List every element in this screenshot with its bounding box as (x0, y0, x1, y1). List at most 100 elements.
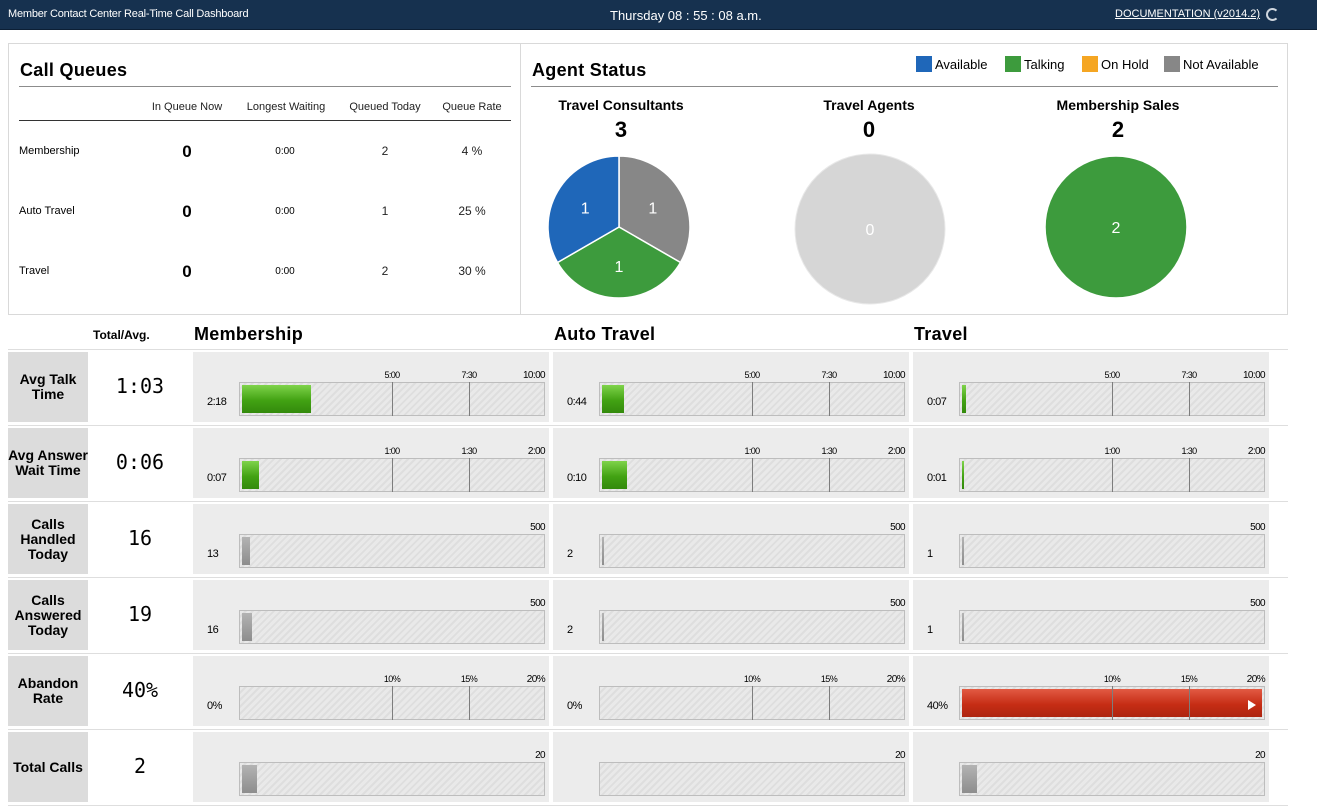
bar-fill (602, 613, 604, 641)
metric-cell-auto-travel: 0% 10% 15% 20% (553, 656, 909, 726)
not-available-swatch-icon (1164, 56, 1180, 72)
tick-label: 7:30 (1181, 370, 1197, 380)
tick-label-max: 20% (886, 674, 906, 685)
queue-name: Membership (19, 145, 80, 157)
row-divider (8, 349, 1288, 350)
metric-cell-membership: 16 500 (193, 580, 549, 650)
metric-cell-travel: 1 500 (913, 504, 1269, 574)
call-queues-title: Call Queues (20, 60, 128, 80)
legend-available: Available (916, 56, 988, 72)
tick-label: 1:00 (384, 446, 400, 456)
row-divider (8, 729, 1288, 730)
tick-mark (829, 382, 830, 416)
group-count: 3 (614, 117, 628, 142)
group-count: 0 (862, 117, 876, 142)
metric-value: 0:10 (567, 472, 587, 484)
tick-label: 1:00 (744, 446, 760, 456)
queue-rate: 4 % (461, 144, 483, 158)
tick-mark (752, 458, 753, 492)
call-queues-panel: Call Queues In Queue Now Longest Waiting… (8, 43, 521, 315)
metric-value: 2:18 (207, 396, 227, 408)
tick-label: 15% (820, 674, 838, 684)
metric-value: 2 (567, 548, 573, 560)
auto-travel-header: Auto Travel (554, 324, 656, 344)
talking-swatch-icon (1005, 56, 1021, 72)
bar-fill (242, 537, 250, 565)
pie-chart-travel-consultants: 1 1 1 (547, 155, 691, 299)
queued-today: 2 (381, 144, 389, 158)
longest-waiting: 0:00 (275, 146, 295, 157)
tick-mark (1189, 686, 1190, 720)
tick-label: 7:30 (821, 370, 837, 380)
metric-value: 0:07 (207, 472, 227, 484)
total-avg-header: Total/Avg. (93, 328, 150, 342)
bar-fill (242, 765, 257, 793)
tick-mark (469, 382, 470, 416)
queued-today: 1 (381, 204, 389, 218)
tick-label: 1:30 (1181, 446, 1197, 456)
tick-label-max: 20% (526, 674, 546, 685)
metric-cell-travel: 0:07 5:00 7:30 10:00 (913, 352, 1269, 422)
col-header-longest-waiting: Longest Waiting (246, 101, 326, 113)
tick-mark (392, 686, 393, 720)
group-title: Membership Sales (1056, 97, 1180, 113)
tick-label: 10% (383, 674, 401, 684)
tick-mark (1112, 382, 1113, 416)
top-bar: Member Contact Center Real-Time Call Das… (0, 0, 1317, 30)
metric-value: 1 (927, 624, 933, 636)
metric-value: 0% (567, 700, 582, 712)
pie-slice-label: 1 (615, 259, 624, 276)
travel-header: Travel (914, 324, 968, 344)
queue-rate: 30 % (458, 264, 486, 278)
row-divider (8, 425, 1288, 426)
tick-label-max: 2:00 (1247, 446, 1266, 457)
pie-slice-label: 1 (581, 200, 590, 217)
metric-cell-membership: 0% 10% 15% 20% (193, 656, 549, 726)
tick-label: 15% (1180, 674, 1198, 684)
queued-today: 2 (381, 264, 389, 278)
tick-label-max: 500 (530, 598, 545, 609)
metric-value: 16 (207, 624, 219, 636)
col-header-queued-today: Queued Today (349, 101, 421, 113)
documentation-link[interactable]: DOCUMENTATION (v2014.2) (1115, 8, 1260, 20)
loading-spinner-icon (1266, 8, 1279, 21)
tick-mark (1189, 382, 1190, 416)
tick-mark (392, 458, 393, 492)
longest-waiting: 0:00 (275, 266, 295, 277)
group-count: 2 (1111, 117, 1125, 142)
bar-track (959, 762, 1265, 796)
legend-label: Not Available (1183, 56, 1259, 72)
tick-label: 5:00 (1104, 370, 1120, 380)
tick-label: 10% (1103, 674, 1121, 684)
metric-label: Avg Talk Time (8, 352, 88, 422)
tick-mark (1112, 458, 1113, 492)
tick-label: 10% (743, 674, 761, 684)
legend-talking: Talking (1005, 56, 1064, 72)
queue-rate: 25 % (458, 204, 486, 218)
metric-cell-auto-travel: 2 500 (553, 580, 909, 650)
bar-track (959, 534, 1265, 568)
bar-fill (962, 385, 966, 413)
metric-cell-travel: 20 (913, 732, 1269, 802)
tick-label: 7:30 (461, 370, 477, 380)
pie-slice-label: 2 (1112, 220, 1121, 237)
metric-cell-auto-travel: 20 (553, 732, 909, 802)
bar-fill (242, 613, 252, 641)
header-divider (19, 120, 511, 121)
pie-chart-travel-agents: 0 (794, 153, 946, 305)
agent-status-panel: Agent Status Available Talking On Hold N… (520, 43, 1288, 315)
metric-total: 2 (133, 754, 147, 778)
tick-label-max: 500 (1250, 598, 1265, 609)
tick-label-max: 10:00 (522, 370, 546, 381)
metric-cell-travel: 1 500 (913, 580, 1269, 650)
divider (531, 86, 1278, 87)
bar-fill (242, 461, 259, 489)
tick-label-max: 10:00 (1242, 370, 1266, 381)
tick-label: 5:00 (384, 370, 400, 380)
bar-track (599, 534, 905, 568)
in-queue-count: 0 (182, 142, 192, 161)
tick-label-max: 500 (890, 522, 905, 533)
available-swatch-icon (916, 56, 932, 72)
tick-mark (392, 382, 393, 416)
bar-track (599, 610, 905, 644)
